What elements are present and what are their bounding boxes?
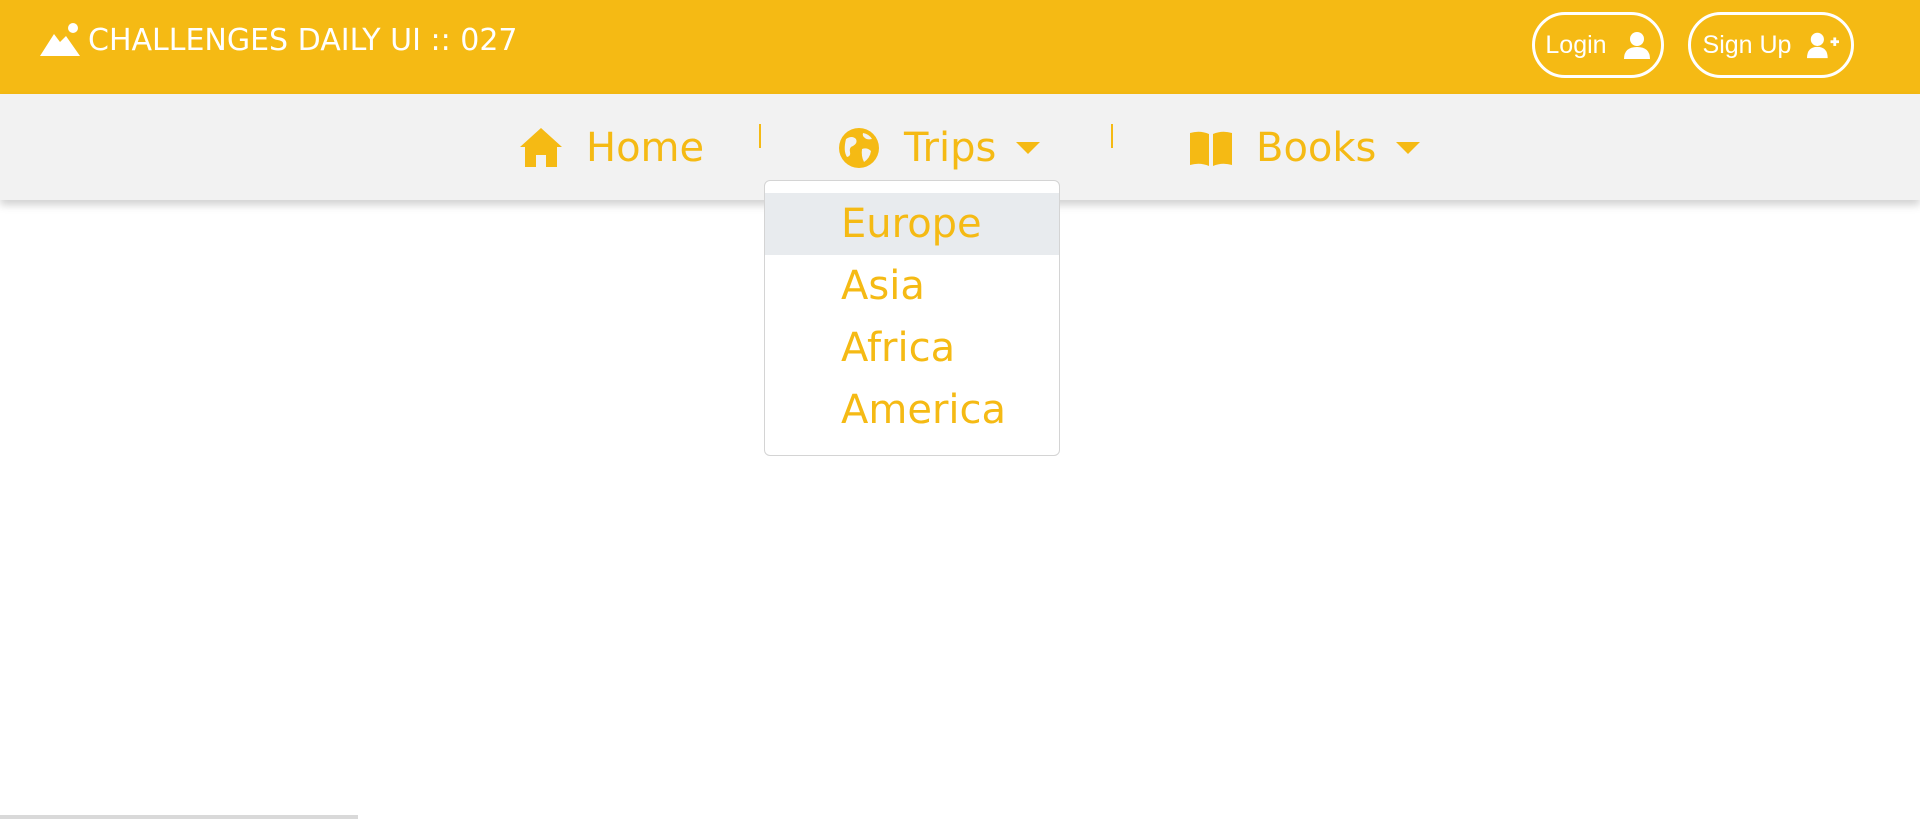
home-icon [520, 128, 562, 167]
trips-dropdown-menu: Europe Asia Africa America [764, 180, 1060, 456]
nav-label-trips: Trips [904, 125, 997, 171]
nav-item-books[interactable]: Books [1188, 122, 1421, 174]
nav-label-books: Books [1256, 125, 1377, 171]
user-icon [1623, 32, 1650, 59]
horizontal-scrollbar[interactable] [0, 815, 358, 819]
nav-divider [759, 124, 761, 148]
dropdown-item-europe[interactable]: Europe [765, 193, 1059, 255]
dropdown-item-america[interactable]: America [765, 379, 1059, 441]
brand[interactable]: CHALLENGES DAILY UI :: 027 [40, 20, 518, 60]
caret-down-icon [1016, 142, 1041, 154]
book-open-icon [1190, 131, 1232, 166]
nav-divider [1111, 124, 1113, 148]
globe-icon [839, 128, 879, 168]
user-plus-icon [1807, 32, 1840, 59]
top-bar: CHALLENGES DAILY UI :: 027 Login Sign Up [0, 0, 1920, 94]
nav-item-home[interactable]: Home [518, 122, 704, 174]
mountain-icon [40, 23, 80, 56]
login-button[interactable]: Login [1532, 12, 1664, 78]
signup-button[interactable]: Sign Up [1688, 12, 1854, 78]
brand-title: CHALLENGES DAILY UI :: 027 [88, 22, 518, 58]
nav-label-home: Home [586, 125, 705, 171]
dropdown-item-africa[interactable]: Africa [765, 317, 1059, 379]
signup-label: Sign Up [1702, 30, 1792, 59]
login-label: Login [1545, 30, 1607, 59]
caret-down-icon [1396, 142, 1421, 154]
dropdown-item-asia[interactable]: Asia [765, 255, 1059, 317]
nav-item-trips[interactable]: Trips [836, 122, 1041, 174]
